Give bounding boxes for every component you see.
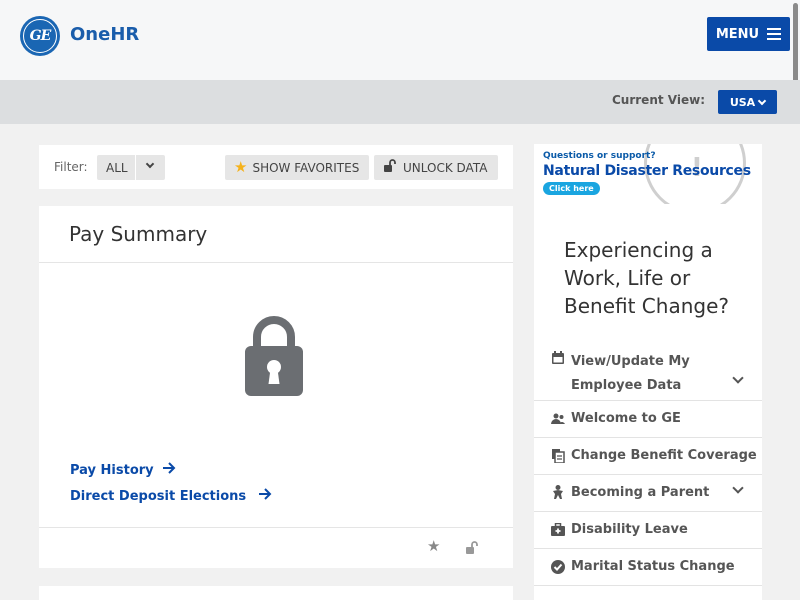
menu-label: MENU (715, 26, 760, 42)
item-label: Becoming a Parent (571, 485, 710, 500)
banner-title: Natural Disaster Resources (543, 163, 751, 179)
check-circle-icon (551, 560, 565, 574)
item-view-update-employee-data[interactable]: View/Update My Employee Data (534, 350, 762, 400)
menu-button[interactable]: MENU (707, 17, 790, 51)
baby-icon (551, 485, 565, 499)
ge-logo[interactable]: GE (20, 16, 60, 56)
country-dropdown[interactable]: USA (718, 90, 777, 114)
item-marital-status-change[interactable]: Marital Status Change (534, 559, 762, 579)
show-favorites-label: SHOW FAVORITES (252, 160, 360, 175)
item-label: Change Benefit Coverage (571, 448, 757, 463)
star-icon: ★ (234, 158, 248, 176)
arrow-right-icon (258, 488, 272, 504)
banner-click-button[interactable]: Click here (543, 182, 600, 195)
scrollbar[interactable] (793, 3, 798, 83)
item-label: Disability Leave (571, 522, 688, 537)
filter-value: ALL (106, 161, 128, 175)
life-change-title: Experiencing a Work, Life or Benefit Cha… (564, 238, 729, 318)
item-divider (534, 474, 762, 475)
favorite-star-icon[interactable]: ★ (427, 539, 440, 554)
arrow-right-icon (162, 462, 176, 478)
logo-ring: GE (23, 19, 57, 53)
disaster-banner[interactable]: ! Questions or support? Natural Disaster… (534, 144, 762, 204)
item-divider (534, 511, 762, 512)
unlock-icon[interactable] (465, 540, 478, 559)
pay-history-link[interactable]: Pay History (70, 462, 176, 478)
chevron-down-icon (757, 96, 767, 105)
card-divider (39, 262, 513, 263)
pay-history-label: Pay History (70, 462, 154, 478)
card-footer-divider (39, 527, 513, 528)
unlock-data-button[interactable]: UNLOCK DATA (374, 155, 498, 180)
item-disability-leave[interactable]: Disability Leave (534, 522, 762, 542)
hamburger-icon (767, 28, 782, 40)
direct-deposit-link[interactable]: Direct Deposit Elections (70, 488, 272, 504)
lock-icon (245, 312, 303, 401)
filter-label: Filter: (54, 160, 88, 174)
chevron-down-icon[interactable] (732, 482, 744, 494)
show-favorites-button[interactable]: ★ SHOW FAVORITES (225, 155, 369, 180)
item-welcome-to-ge[interactable]: Welcome to GE (534, 411, 762, 431)
item-divider (534, 400, 762, 401)
filter-divider (135, 155, 136, 180)
item-divider (534, 437, 762, 438)
app-title[interactable]: OneHR (70, 24, 139, 45)
card-title: Pay Summary (69, 222, 208, 246)
current-view-label: Current View: (612, 93, 705, 107)
filter-dropdown[interactable]: ALL (97, 155, 165, 180)
calendar-icon (551, 351, 565, 365)
country-value: USA (729, 95, 756, 109)
item-divider (534, 548, 762, 549)
logo-monogram: GE (29, 28, 52, 44)
item-label: View/Update My Employee Data (571, 354, 690, 393)
users-icon (551, 412, 565, 426)
chevron-down-icon (145, 159, 155, 169)
next-card (39, 586, 513, 600)
medical-kit-icon (551, 522, 565, 537)
item-label: Marital Status Change (571, 559, 735, 574)
banner-question: Questions or support? (543, 151, 656, 161)
unlock-icon (383, 159, 396, 176)
documents-icon (551, 449, 565, 464)
item-label: Welcome to GE (571, 411, 681, 426)
item-change-benefit-coverage[interactable]: Change Benefit Coverage (534, 448, 762, 468)
item-divider (534, 585, 762, 586)
item-becoming-a-parent[interactable]: Becoming a Parent (534, 482, 762, 505)
direct-deposit-label: Direct Deposit Elections (70, 488, 247, 504)
unlock-data-label: UNLOCK DATA (403, 160, 488, 175)
